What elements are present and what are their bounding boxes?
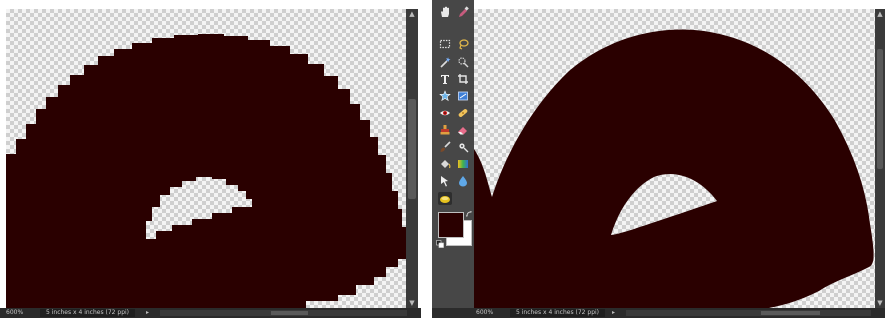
vertical-scrollbar-right[interactable]: ▲ ▼ [875,9,885,308]
zoom-level[interactable]: 600% [476,308,493,318]
brush-tool[interactable] [438,140,452,153]
type-tool[interactable] [438,72,452,85]
magic-wand-tool[interactable] [438,55,452,68]
scroll-thumb[interactable] [760,311,820,315]
red-eye-tool-icon [440,110,450,115]
magic-wand-tool-icon [440,56,451,68]
status-menu-arrow-icon[interactable]: ▸ [612,308,615,318]
eraser-tool-icon [458,126,467,134]
status-bar-left: 600% 5 inches x 4 inches (72 ppi) ▸ [0,308,421,318]
left-document-window: ▲ ▼ 600% 5 inches x 4 inches (72 ppi) ▸ [0,0,421,318]
status-bar-right: 600% 5 inches x 4 inches (72 ppi) ▸ [432,308,885,318]
paint-bucket-tool-icon [441,159,451,168]
scroll-down-arrow-icon[interactable]: ▼ [406,298,418,308]
hand-tool-icon [441,6,449,17]
spot-healing-tool[interactable] [456,106,470,119]
document-info: 5 inches x 4 inches (72 ppi) [40,309,136,317]
letter-artwork-smooth [474,29,874,308]
marquee-tool[interactable] [438,37,452,50]
smart-brush-tool-icon [459,142,469,152]
scroll-down-arrow-icon[interactable]: ▼ [875,298,885,308]
custom-shape-tool-icon [441,175,448,186]
toolbox [432,0,474,308]
quick-selection-tool-icon [458,56,469,67]
document-canvas-left[interactable] [6,9,406,308]
document-canvas-right[interactable] [474,9,875,308]
foreground-color-swatch[interactable] [438,212,464,238]
sponge-tool-icon [440,195,450,203]
scroll-thumb[interactable] [408,99,416,199]
brush-tool-icon [440,140,451,152]
scroll-up-arrow-icon[interactable]: ▲ [875,9,885,19]
swap-colors-icon[interactable] [466,211,473,218]
crop-tool[interactable] [456,72,470,85]
status-menu-arrow-icon[interactable]: ▸ [146,308,149,318]
sponge-tool[interactable] [438,192,452,205]
hand-tool[interactable] [438,5,452,18]
eyedropper-tool[interactable] [456,5,470,18]
eraser-tool[interactable] [456,123,470,136]
clone-stamp-tool-icon [440,124,450,134]
gradient-tool-icon [458,159,468,168]
horizontal-scrollbar-left[interactable] [160,310,407,316]
straighten-tool[interactable] [456,89,470,102]
zoom-level[interactable]: 600% [6,308,23,318]
scroll-thumb[interactable] [877,49,883,169]
spot-healing-tool-icon [458,108,468,117]
right-document-window: ▲ ▼ 600% 5 inches x 4 inches (72 ppi) ▸ [432,0,885,318]
eyedropper-tool-icon [459,5,469,17]
marquee-tool-icon [439,39,451,48]
scroll-up-arrow-icon[interactable]: ▲ [406,9,418,19]
vertical-scrollbar-left[interactable]: ▲ ▼ [406,9,418,308]
lasso-tool-icon [459,38,469,50]
clone-stamp-tool[interactable] [438,123,452,136]
lasso-tool[interactable] [456,37,470,50]
quick-selection-tool[interactable] [456,55,470,68]
letter-artwork-pixelated [6,34,406,308]
cookie-cutter-tool[interactable] [438,89,452,102]
custom-shape-tool[interactable] [438,174,452,187]
cookie-cutter-tool-icon [439,89,451,101]
gradient-tool[interactable] [456,157,470,170]
blur-tool-icon [459,175,467,186]
type-tool-icon [441,74,449,84]
crop-tool-icon [458,73,468,84]
scroll-thumb[interactable] [271,311,309,315]
red-eye-tool[interactable] [438,106,452,119]
blur-tool[interactable] [456,174,470,187]
horizontal-scrollbar-right[interactable] [626,310,871,316]
separator [421,0,432,318]
smart-brush-tool[interactable] [456,140,470,153]
straighten-tool-icon [458,91,468,100]
paint-bucket-tool[interactable] [438,157,452,170]
document-info: 5 inches x 4 inches (72 ppi) [510,309,606,317]
default-colors-icon[interactable] [436,240,444,248]
